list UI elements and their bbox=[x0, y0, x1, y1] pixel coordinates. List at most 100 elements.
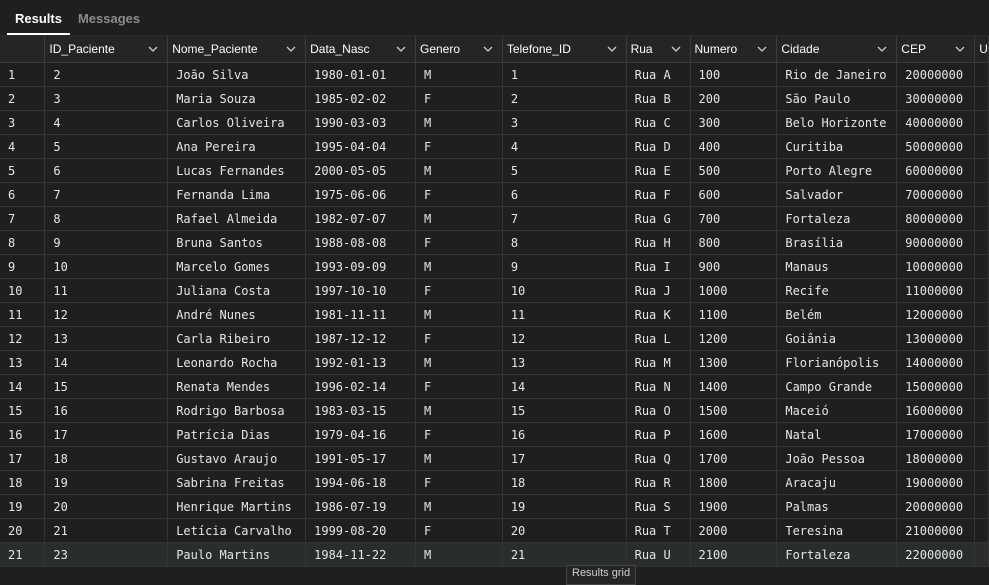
row-number[interactable]: 9 bbox=[0, 254, 46, 279]
table-cell[interactable]: 3 bbox=[502, 110, 627, 135]
table-row[interactable]: 16 17 Patrícia Dias 1979-04-16 F 16 Rua P 1600 N… bbox=[0, 422, 989, 447]
table-cell[interactable]: 1979-04-16 bbox=[305, 422, 416, 447]
table-cell[interactable]: 1984-11-22 bbox=[305, 542, 416, 567]
table-cell[interactable]: 13 bbox=[44, 326, 169, 351]
table-cell[interactable]: 7 bbox=[44, 182, 169, 207]
table-cell[interactable]: 1985-02-02 bbox=[305, 86, 416, 111]
table-cell[interactable]: 1999-08-20 bbox=[305, 518, 416, 543]
table-cell[interactable] bbox=[974, 398, 989, 423]
row-number-header[interactable] bbox=[0, 36, 46, 63]
table-cell[interactable]: Juliana Costa bbox=[167, 278, 307, 303]
table-cell[interactable]: 13 bbox=[502, 350, 627, 375]
table-cell[interactable]: 200 bbox=[690, 86, 778, 111]
table-row[interactable]: 3 4 Carlos Oliveira 1990-03-03 M 3 Rua C 300 Bel… bbox=[0, 110, 989, 135]
table-row[interactable]: 15 16 Rodrigo Barbosa 1983-03-15 M 15 Rua O 150… bbox=[0, 398, 989, 423]
table-cell[interactable]: Renata Mendes bbox=[167, 374, 307, 399]
table-cell[interactable]: 1987-12-12 bbox=[305, 326, 416, 351]
table-cell[interactable]: Rua R bbox=[626, 470, 691, 495]
chevron-down-icon[interactable] bbox=[670, 43, 682, 55]
row-number[interactable]: 14 bbox=[0, 374, 46, 399]
table-cell[interactable]: 8 bbox=[44, 206, 169, 231]
table-cell[interactable]: 18 bbox=[502, 470, 627, 495]
table-cell[interactable] bbox=[974, 326, 989, 351]
table-cell[interactable]: 2000 bbox=[690, 518, 778, 543]
row-number[interactable]: 21 bbox=[0, 542, 46, 567]
table-cell[interactable]: 21 bbox=[502, 542, 627, 567]
table-cell[interactable]: 1986-07-19 bbox=[305, 494, 416, 519]
table-cell[interactable]: 1900 bbox=[690, 494, 778, 519]
column-header-data_nasc[interactable]: Data_Nasc bbox=[305, 36, 416, 63]
table-row[interactable]: 10 11 Juliana Costa 1997-10-10 F 10 Rua J 1000 R… bbox=[0, 278, 989, 303]
table-cell[interactable]: Belém bbox=[776, 302, 898, 327]
table-row[interactable]: 19 20 Henrique Martins 1986-07-19 M 19 Rua S 19… bbox=[0, 494, 989, 519]
table-cell[interactable]: Rodrigo Barbosa bbox=[167, 398, 307, 423]
table-cell[interactable]: Patrícia Dias bbox=[167, 422, 307, 447]
table-cell[interactable]: M bbox=[415, 302, 503, 327]
table-cell[interactable]: Goiânia bbox=[776, 326, 898, 351]
table-cell[interactable]: 600 bbox=[690, 182, 778, 207]
column-header-numero[interactable]: Numero bbox=[690, 36, 778, 63]
table-cell[interactable]: 3 bbox=[44, 86, 169, 111]
table-cell[interactable]: 1100 bbox=[690, 302, 778, 327]
table-cell[interactable]: 20000000 bbox=[896, 494, 976, 519]
table-cell[interactable]: Rua S bbox=[626, 494, 691, 519]
table-cell[interactable] bbox=[974, 302, 989, 327]
table-cell[interactable]: Rua O bbox=[626, 398, 691, 423]
table-row[interactable]: 17 18 Gustavo Araujo 1991-05-17 M 17 Rua Q 1700… bbox=[0, 446, 989, 471]
table-cell[interactable]: Rua D bbox=[626, 134, 691, 159]
table-cell[interactable]: Rua G bbox=[626, 206, 691, 231]
table-cell[interactable] bbox=[974, 62, 989, 87]
table-cell[interactable]: 1994-06-18 bbox=[305, 470, 416, 495]
table-row[interactable]: 4 5 Ana Pereira 1995-04-04 F 4 Rua D 400 Curitib… bbox=[0, 134, 989, 159]
table-cell[interactable]: 400 bbox=[690, 134, 778, 159]
table-cell[interactable] bbox=[974, 134, 989, 159]
row-number[interactable]: 17 bbox=[0, 446, 46, 471]
table-cell[interactable]: Manaus bbox=[776, 254, 898, 279]
row-number[interactable]: 10 bbox=[0, 278, 46, 303]
table-cell[interactable]: Curitiba bbox=[776, 134, 898, 159]
table-cell[interactable]: Rua K bbox=[626, 302, 691, 327]
column-header-genero[interactable]: Genero bbox=[415, 36, 503, 63]
table-cell[interactable]: Marcelo Gomes bbox=[167, 254, 307, 279]
table-row[interactable]: 18 19 Sabrina Freitas 1994-06-18 F 18 Rua R 180… bbox=[0, 470, 989, 495]
table-cell[interactable]: M bbox=[415, 398, 503, 423]
row-number[interactable]: 2 bbox=[0, 86, 46, 111]
table-cell[interactable]: 20 bbox=[44, 494, 169, 519]
table-cell[interactable]: 50000000 bbox=[896, 134, 976, 159]
table-row[interactable]: 5 6 Lucas Fernandes 2000-05-05 M 5 Rua E 500 Por… bbox=[0, 158, 989, 183]
table-cell[interactable]: 4 bbox=[44, 110, 169, 135]
column-header-telefone_id[interactable]: Telefone_ID bbox=[502, 36, 627, 63]
table-cell[interactable]: 1981-11-11 bbox=[305, 302, 416, 327]
table-cell[interactable]: 9 bbox=[44, 230, 169, 255]
table-cell[interactable] bbox=[974, 542, 989, 567]
table-cell[interactable]: Henrique Martins bbox=[167, 494, 307, 519]
table-row[interactable]: 6 7 Fernanda Lima 1975-06-06 F 6 Rua F 600 Salva… bbox=[0, 182, 989, 207]
table-cell[interactable]: 15 bbox=[502, 398, 627, 423]
table-cell[interactable]: 300 bbox=[690, 110, 778, 135]
table-cell[interactable]: Maria Souza bbox=[167, 86, 307, 111]
row-number[interactable]: 19 bbox=[0, 494, 46, 519]
row-number[interactable]: 12 bbox=[0, 326, 46, 351]
table-cell[interactable]: 1000 bbox=[690, 278, 778, 303]
table-cell[interactable]: 5 bbox=[502, 158, 627, 183]
table-row[interactable]: 20 21 Letícia Carvalho 1999-08-20 F 20 Rua T 20… bbox=[0, 518, 989, 543]
table-cell[interactable]: Florianópolis bbox=[776, 350, 898, 375]
table-cell[interactable]: F bbox=[415, 182, 503, 207]
table-cell[interactable]: Gustavo Araujo bbox=[167, 446, 307, 471]
table-cell[interactable]: Aracaju bbox=[776, 470, 898, 495]
row-number[interactable]: 8 bbox=[0, 230, 46, 255]
table-cell[interactable]: F bbox=[415, 518, 503, 543]
chevron-down-icon[interactable] bbox=[876, 43, 888, 55]
table-cell[interactable]: 16 bbox=[44, 398, 169, 423]
table-cell[interactable]: 1993-09-09 bbox=[305, 254, 416, 279]
table-row[interactable]: 13 14 Leonardo Rocha 1992-01-13 M 13 Rua M 1300… bbox=[0, 350, 989, 375]
table-row[interactable]: 8 9 Bruna Santos 1988-08-08 F 8 Rua H 800 Brasíl… bbox=[0, 230, 989, 255]
row-number[interactable]: 18 bbox=[0, 470, 46, 495]
table-cell[interactable]: Brasília bbox=[776, 230, 898, 255]
column-header-rua[interactable]: Rua bbox=[626, 36, 691, 63]
table-cell[interactable]: Rua T bbox=[626, 518, 691, 543]
table-cell[interactable]: 1997-10-10 bbox=[305, 278, 416, 303]
table-cell[interactable]: F bbox=[415, 326, 503, 351]
table-cell[interactable]: 2000-05-05 bbox=[305, 158, 416, 183]
table-cell[interactable]: 19000000 bbox=[896, 470, 976, 495]
